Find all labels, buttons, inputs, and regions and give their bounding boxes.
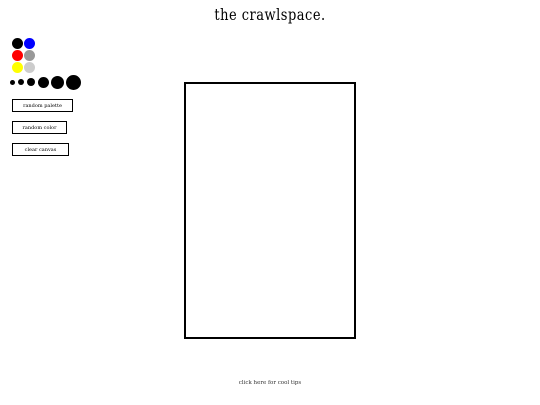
brush-size-1-icon[interactable] (10, 79, 15, 85)
random-color-button[interactable]: random color (12, 121, 67, 134)
color-swatch-blue[interactable] (24, 38, 35, 49)
color-swatch-gray[interactable] (24, 50, 35, 61)
brush-size-2-icon[interactable] (18, 79, 24, 85)
brush-size-5-icon[interactable] (51, 75, 64, 89)
color-swatch-yellow[interactable] (12, 62, 23, 73)
brush-size-3-icon[interactable] (27, 78, 35, 86)
random-palette-button[interactable]: random palette (12, 99, 73, 112)
brush-size-6-icon[interactable] (66, 74, 81, 90)
clear-canvas-button[interactable]: clear canvas (12, 143, 69, 156)
color-swatch-black[interactable] (12, 38, 23, 49)
color-palette (12, 38, 35, 73)
site-title: the crawlspace. (214, 6, 326, 25)
drawing-canvas[interactable] (184, 82, 356, 339)
color-swatch-red[interactable] (12, 50, 23, 61)
brush-size-selector (10, 74, 81, 90)
page: the crawlspace. random palette random co… (0, 0, 540, 405)
brush-size-4-icon[interactable] (38, 76, 49, 88)
tips-link[interactable]: click here for cool tips (0, 380, 540, 386)
color-swatch-light-gray[interactable] (24, 62, 35, 73)
